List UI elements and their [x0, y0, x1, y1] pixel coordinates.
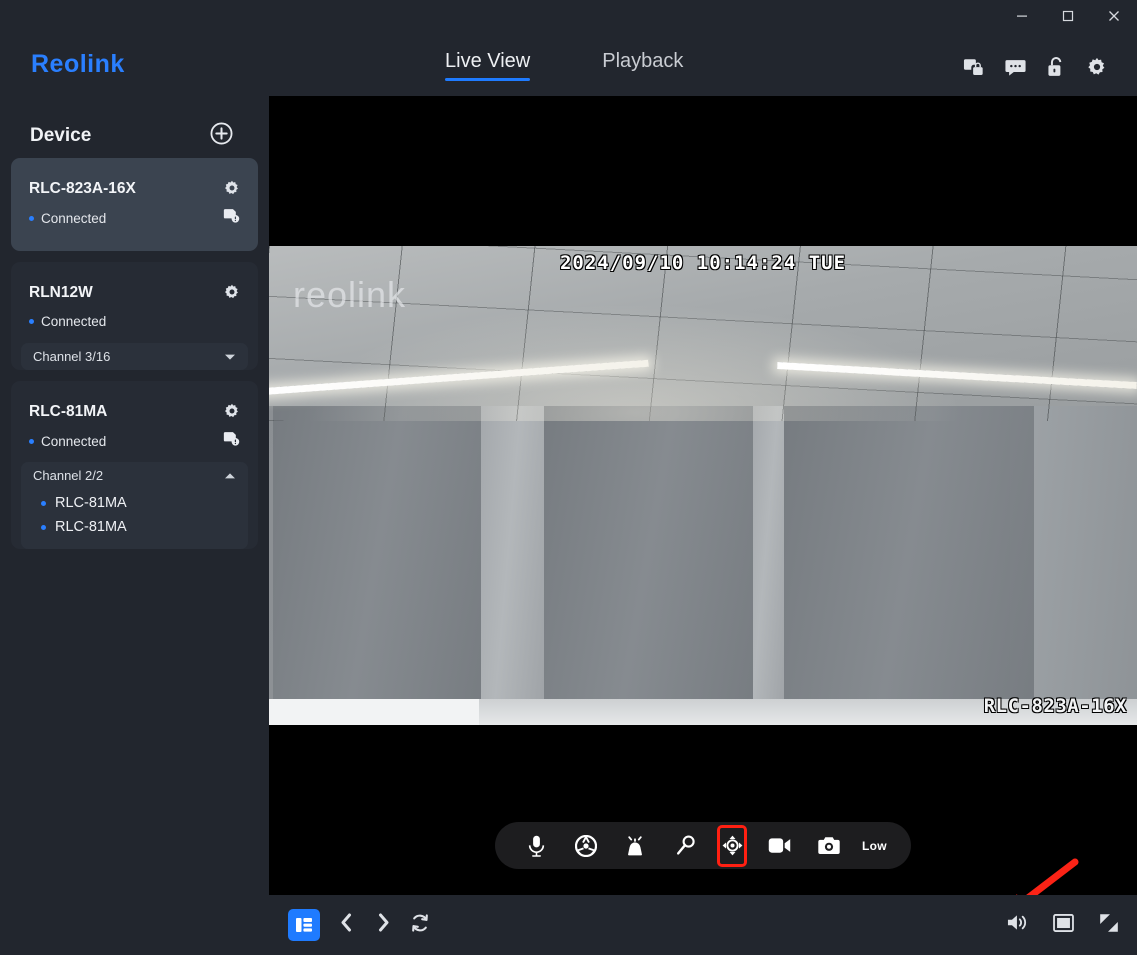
scene-floor-highlight: [269, 699, 479, 725]
device-card-top-row: RLC-81MA: [11, 381, 258, 424]
status-dot: [41, 524, 46, 530]
color-wheel-icon[interactable]: [569, 829, 603, 863]
window-titlebar: [0, 0, 1137, 38]
device-name: RLC-823A-16X: [29, 180, 136, 197]
bottom-left-controls: [288, 909, 430, 941]
device-card-rlc-81ma[interactable]: RLC-81MA Connected Channel 2/2 RLC-81MA …: [11, 381, 258, 549]
status-dot: [29, 439, 34, 444]
device-status: Connected: [29, 211, 106, 226]
video-watermark: reolink: [293, 274, 407, 315]
status-dot: [29, 319, 34, 324]
snapshot-camera-icon[interactable]: [812, 829, 846, 863]
device-status: Connected: [29, 314, 106, 329]
channel-item-label: RLC-81MA: [55, 495, 127, 511]
fullscreen-icon[interactable]: [1099, 913, 1119, 938]
window-maximize-button[interactable]: [1045, 0, 1091, 32]
main-nav: Live View Playback: [445, 50, 683, 81]
channel-item-list: RLC-81MA RLC-81MA: [21, 489, 248, 549]
siren-icon[interactable]: [618, 829, 652, 863]
device-status-text: Connected: [41, 434, 107, 449]
device-card-top-row: RLN12W: [11, 262, 258, 305]
sd-card-warning-icon[interactable]: [223, 208, 240, 229]
channel-item-label: RLC-81MA: [55, 519, 127, 535]
device-name: RLC-81MA: [29, 403, 108, 420]
playback-bottom-bar: [269, 895, 1137, 955]
header-icon-group: [963, 57, 1107, 82]
scene-pillar-right: [1031, 378, 1137, 725]
scene-blind-right: [784, 372, 1034, 725]
scene-pillar-mid: [753, 372, 785, 725]
device-list: RLC-823A-16X Connected RLN12W Connected …: [0, 158, 269, 549]
sd-card-warning-icon[interactable]: [223, 431, 240, 452]
ptz-control-icon[interactable]: [717, 824, 748, 867]
status-dot: [29, 216, 34, 221]
device-sidebar: Device RLC-823A-16X Connected RLN12W Con…: [0, 96, 269, 955]
channel-selector-header[interactable]: Channel 2/2: [21, 462, 248, 489]
chat-bubble-icon[interactable]: [1005, 58, 1026, 82]
device-card-status-row: Connected: [11, 201, 258, 229]
device-settings-gear-icon[interactable]: [224, 180, 240, 201]
screen-mode-icon[interactable]: [1053, 913, 1074, 937]
scene-pillar-left: [481, 378, 545, 725]
live-video-feed[interactable]: reolink 2024/09/10 10:14:24 TUE RLC-823A…: [269, 246, 1137, 725]
reolink-logo: Reolink: [31, 50, 125, 78]
video-stage[interactable]: reolink 2024/09/10 10:14:24 TUE RLC-823A…: [269, 96, 1137, 895]
camera-toolbar: Low: [495, 822, 911, 869]
bottom-right-controls: [1007, 913, 1119, 938]
gear-icon[interactable]: [1087, 57, 1107, 82]
channel-selector-rlc-81ma[interactable]: Channel 2/2 RLC-81MA RLC-81MA: [21, 462, 248, 549]
scene-blind-left: [273, 381, 481, 725]
volume-icon[interactable]: [1007, 913, 1028, 937]
device-settings-gear-icon[interactable]: [224, 403, 240, 424]
layout-grid-button[interactable]: [288, 909, 320, 941]
refresh-icon[interactable]: [410, 913, 430, 938]
device-status: Connected: [29, 434, 106, 449]
chevron-up-icon: [224, 467, 236, 485]
device-card-top-row: RLC-823A-16X: [11, 158, 258, 201]
microphone-icon[interactable]: [519, 829, 553, 863]
channel-selector-rln12w[interactable]: Channel 3/16: [21, 343, 248, 370]
tab-playback[interactable]: Playback: [602, 50, 683, 81]
window-minimize-button[interactable]: [999, 0, 1045, 32]
status-dot: [41, 500, 46, 506]
device-card-rln12w[interactable]: RLN12W Connected Channel 3/16: [11, 262, 258, 370]
card-spacer: [11, 229, 258, 251]
sidebar-header: Device: [0, 96, 269, 158]
window-close-button[interactable]: [1091, 0, 1137, 32]
osd-timestamp: 2024/09/10 10:14:24 TUE: [559, 252, 847, 274]
device-settings-gear-icon[interactable]: [224, 284, 240, 305]
sidebar-title: Device: [30, 125, 92, 146]
previous-page-icon[interactable]: [336, 913, 357, 937]
chevron-down-icon: [224, 348, 236, 366]
unlock-padlock-icon[interactable]: [1047, 57, 1066, 82]
device-status-text: Connected: [41, 314, 107, 329]
device-lock-icon[interactable]: [963, 57, 984, 82]
channel-label: Channel 2/2: [33, 468, 104, 483]
device-card-rlc-823a-16x[interactable]: RLC-823A-16X Connected: [11, 158, 258, 251]
next-page-icon[interactable]: [373, 913, 394, 937]
tab-live-view[interactable]: Live View: [445, 50, 531, 81]
red-annotation-arrow: [1016, 858, 1079, 895]
device-status-text: Connected: [41, 211, 107, 226]
device-name: RLN12W: [29, 284, 93, 301]
stream-quality-label[interactable]: Low: [862, 839, 887, 853]
scene-blind-mid: [544, 372, 754, 725]
osd-camera-name: RLC-823A-16X: [983, 695, 1127, 717]
channel-item[interactable]: RLC-81MA: [21, 491, 248, 515]
device-card-status-row: Connected: [11, 424, 258, 452]
channel-item[interactable]: RLC-81MA: [21, 515, 248, 539]
channel-label: Channel 3/16: [33, 349, 111, 364]
record-video-icon[interactable]: [763, 829, 797, 863]
spotlight-icon[interactable]: [668, 829, 702, 863]
reolink-client-window: Reolink Live View Playback Device RLC-82…: [0, 0, 1137, 955]
add-device-button[interactable]: [210, 122, 233, 150]
device-card-status-row: Connected: [11, 305, 258, 331]
